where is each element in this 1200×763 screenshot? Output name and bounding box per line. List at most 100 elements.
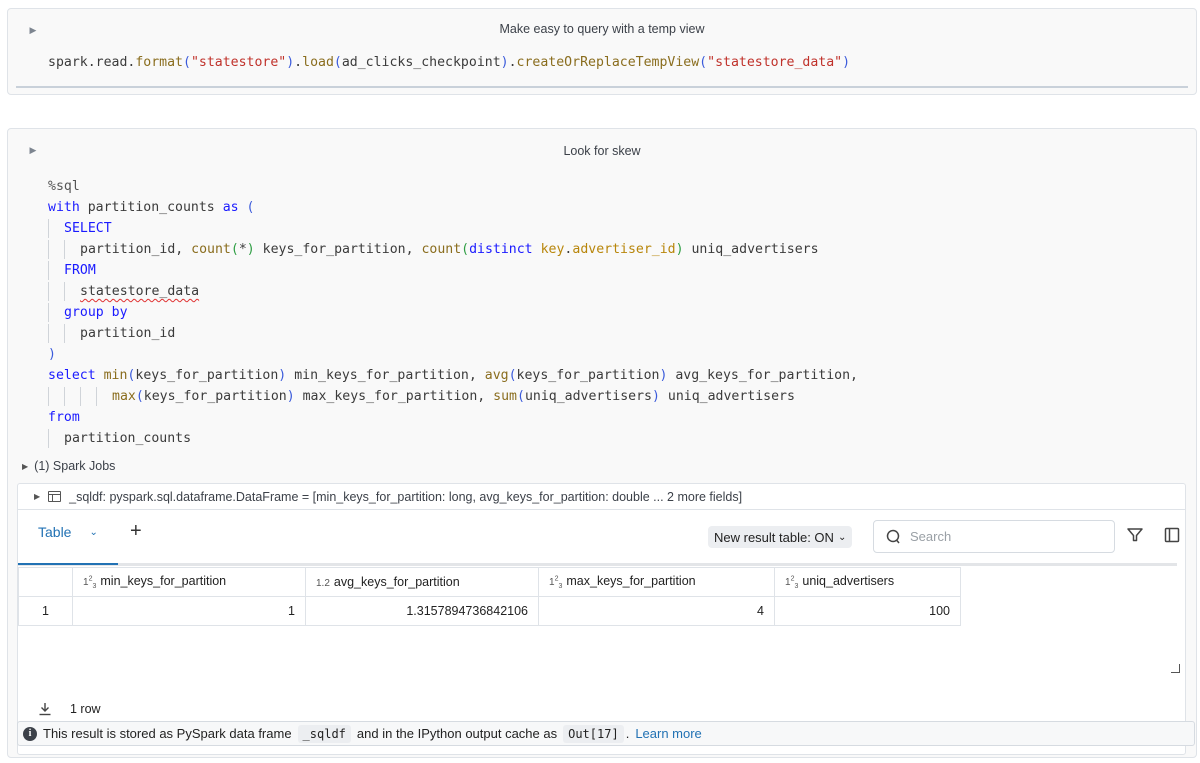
editor-scrollbar[interactable] bbox=[16, 86, 1188, 88]
filter-icon[interactable] bbox=[1126, 527, 1144, 543]
integer-type-icon: 123 bbox=[549, 575, 563, 590]
table-cell[interactable]: 1 bbox=[72, 596, 306, 626]
indent-guide bbox=[48, 281, 49, 301]
result-panel: ▶ _sqldf: pyspark.sql.dataframe.DataFram… bbox=[17, 483, 1186, 755]
active-tab-indicator bbox=[18, 563, 118, 565]
code-line: FROM bbox=[48, 260, 858, 281]
result-table: 123 min_keys_for_partition 1.2 avg_keys_for… bbox=[18, 567, 961, 626]
integer-type-icon: 123 bbox=[83, 575, 97, 590]
code-line: max(keys_for_partition) max_keys_for_par… bbox=[48, 386, 858, 407]
notebook-cell-skew[interactable]: ▶ Look for skew %sql with partition_count… bbox=[7, 128, 1197, 758]
column-header[interactable]: 123 uniq_advertisers bbox=[774, 567, 961, 597]
code-token: keys_for_partition bbox=[516, 368, 660, 383]
search-input[interactable] bbox=[910, 529, 1100, 544]
chevron-down-icon[interactable]: ⌄ bbox=[89, 527, 97, 538]
table-cell[interactable]: 1.3157894736842106 bbox=[305, 596, 539, 626]
table-cell[interactable]: 100 bbox=[774, 596, 961, 626]
code-token: as bbox=[222, 200, 239, 215]
caret-right-icon[interactable]: ▶ bbox=[34, 492, 40, 501]
column-header[interactable]: 123 max_keys_for_partition bbox=[538, 567, 775, 597]
code-token: ) bbox=[651, 389, 660, 404]
code-token: createOrReplaceTempView bbox=[516, 55, 700, 70]
side-panel-icon[interactable] bbox=[1164, 527, 1180, 543]
code-token: "statestore_data" bbox=[707, 55, 843, 70]
code-editor[interactable]: %sql with partition_counts as ( SELECT part… bbox=[48, 176, 858, 449]
code-token: ( bbox=[182, 55, 191, 70]
code-token: ( bbox=[461, 242, 470, 257]
code-token: ) bbox=[675, 242, 684, 257]
code-token: SELECT bbox=[64, 221, 112, 236]
output-cache-ref-chip: Out[17] bbox=[563, 724, 624, 743]
code-editor[interactable]: spark.read.format("statestore").load(ad_… bbox=[48, 55, 850, 70]
spark-jobs-toggle[interactable]: ▶ (1) Spark Jobs bbox=[22, 459, 115, 473]
cell-title: Make easy to query with a temp view bbox=[499, 22, 705, 36]
indent-guide bbox=[48, 239, 49, 259]
code-token: avg_keys_for_partition, bbox=[667, 368, 858, 383]
dataframe-schema-row[interactable]: ▶ _sqldf: pyspark.sql.dataframe.DataFram… bbox=[18, 484, 1185, 510]
code-token: keys_for_partition bbox=[143, 389, 287, 404]
code-token: group by bbox=[64, 305, 128, 320]
code-line: %sql bbox=[48, 176, 858, 197]
indent-guide bbox=[48, 386, 49, 406]
code-line: group by bbox=[48, 302, 858, 323]
indent-guide bbox=[48, 260, 49, 280]
row-count-footer: 1 row bbox=[38, 702, 101, 716]
table-row: 1 1 1.3157894736842106 4 100 bbox=[18, 596, 961, 626]
code-token: %sql bbox=[48, 179, 80, 194]
info-text-middle: and in the IPython output cache as bbox=[356, 726, 558, 741]
column-header[interactable]: 123 min_keys_for_partition bbox=[72, 567, 306, 597]
code-token: max bbox=[112, 389, 136, 404]
code-line: from bbox=[48, 407, 858, 428]
learn-more-link[interactable]: Learn more bbox=[635, 726, 701, 741]
code-token: keys_for_partition, bbox=[254, 242, 422, 257]
code-token: * bbox=[238, 242, 247, 257]
indent-guide bbox=[48, 323, 49, 343]
code-line: partition_id bbox=[48, 323, 858, 344]
code-token: . bbox=[294, 55, 303, 70]
code-token: max_keys_for_partition, bbox=[294, 389, 494, 404]
code-token: ( bbox=[508, 368, 517, 383]
table-cell[interactable]: 4 bbox=[538, 596, 775, 626]
dataframe-schema: _sqldf: pyspark.sql.dataframe.DataFrame … bbox=[69, 489, 743, 504]
spark-jobs-label: (1) Spark Jobs bbox=[34, 459, 116, 473]
info-text-before: This result is stored as PySpark data fr… bbox=[43, 726, 292, 741]
table-header-row: 123 min_keys_for_partition 1.2 avg_keys_for… bbox=[18, 567, 961, 597]
cell-title: Look for skew bbox=[563, 144, 641, 158]
code-token: ( bbox=[135, 389, 144, 404]
notebook-cell-temp-view[interactable]: ▶ Make easy to query with a temp view sp… bbox=[7, 8, 1197, 95]
column-name: min_keys_for_partition bbox=[100, 574, 227, 588]
indent-guide bbox=[64, 323, 65, 343]
integer-type-icon: 123 bbox=[785, 575, 799, 590]
code-token: partition_id, bbox=[80, 242, 192, 257]
code-token: ) bbox=[842, 55, 851, 70]
code-token: "statestore" bbox=[190, 55, 287, 70]
tab-table[interactable]: Table ⌄ bbox=[38, 524, 98, 540]
tab-table-label: Table bbox=[38, 524, 72, 540]
resize-handle[interactable] bbox=[1171, 664, 1180, 673]
code-token: ( bbox=[516, 389, 525, 404]
code-token: partition_counts bbox=[79, 200, 223, 215]
code-line: select min(keys_for_partition) min_keys_… bbox=[48, 365, 858, 386]
code-token: uniq_advertisers bbox=[659, 389, 795, 404]
code-token: ( bbox=[699, 55, 708, 70]
download-icon[interactable] bbox=[38, 702, 52, 716]
code-token: ) bbox=[286, 55, 295, 70]
code-token: ( bbox=[333, 55, 342, 70]
column-name: max_keys_for_partition bbox=[566, 574, 696, 588]
add-visualization-button[interactable]: + bbox=[130, 520, 142, 543]
code-line: SELECT bbox=[48, 218, 858, 239]
caret-right-icon: ▶ bbox=[22, 461, 29, 471]
code-line: with partition_counts as ( bbox=[48, 197, 858, 218]
code-token: ) bbox=[500, 55, 509, 70]
column-header[interactable]: 1.2 avg_keys_for_partition bbox=[305, 567, 539, 597]
code-token: from bbox=[48, 410, 80, 425]
search-field[interactable] bbox=[873, 520, 1115, 553]
toolbar-divider bbox=[18, 563, 1177, 566]
code-token: . bbox=[508, 55, 517, 70]
table-icon bbox=[48, 491, 62, 502]
new-result-table-toggle[interactable]: New result table: ON ⌄ bbox=[708, 526, 853, 548]
code-token: with bbox=[48, 200, 80, 215]
code-token: ) bbox=[286, 389, 295, 404]
code-token: keys_for_partition bbox=[135, 368, 279, 383]
